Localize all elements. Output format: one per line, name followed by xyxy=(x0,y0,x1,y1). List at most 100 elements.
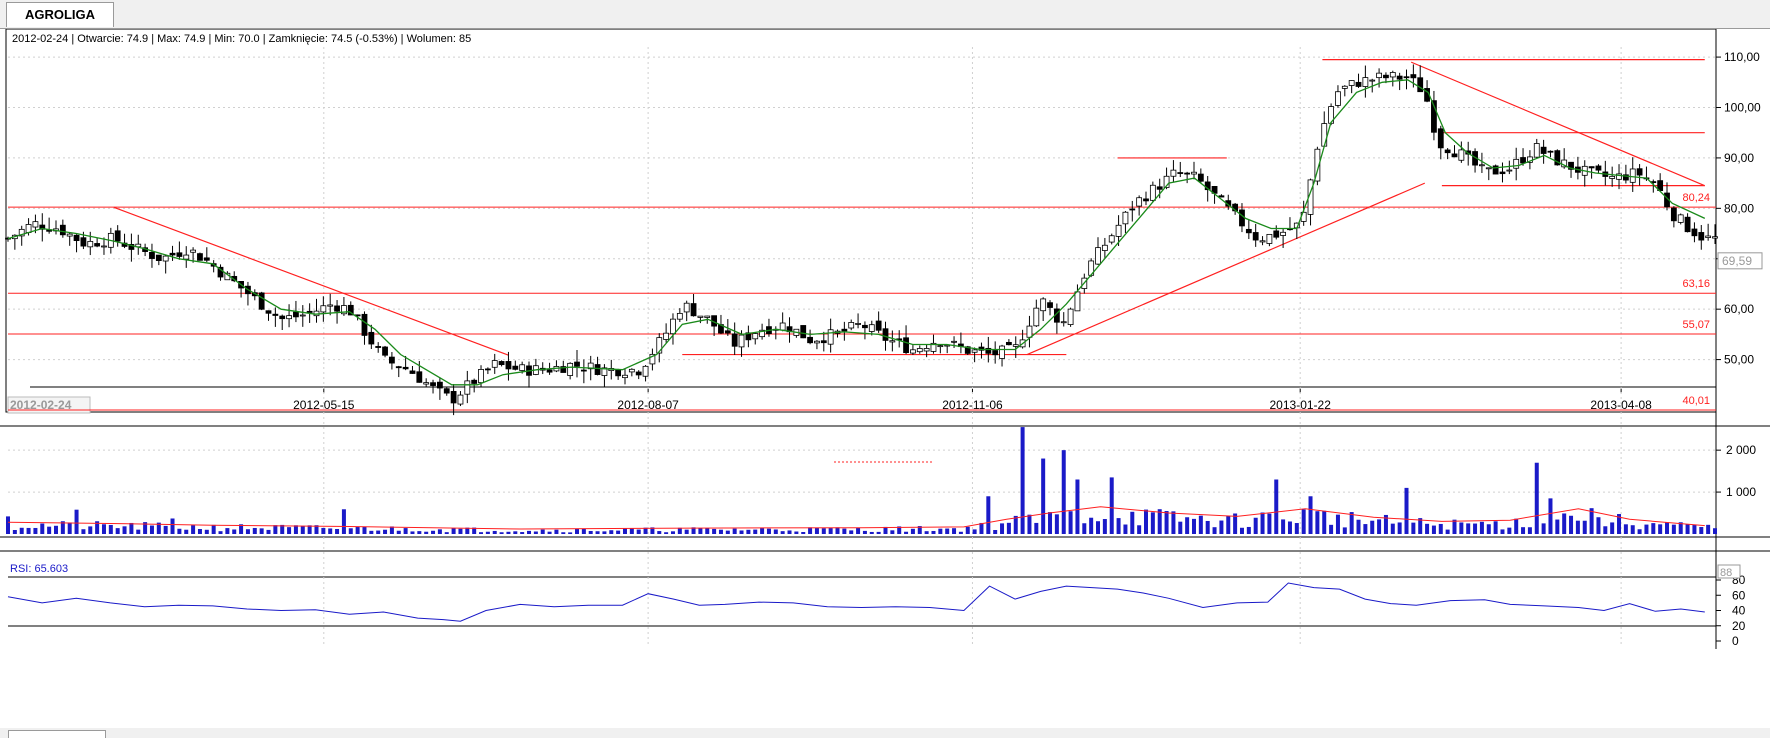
volume-bar xyxy=(1466,523,1471,534)
volume-bar xyxy=(1068,511,1073,534)
volume-bar xyxy=(1377,519,1382,534)
candle-body xyxy=(1410,74,1417,79)
candle-body xyxy=(800,325,807,339)
volume-bar xyxy=(1541,523,1546,534)
candle-body xyxy=(293,311,299,318)
price-tick-label: 90,00 xyxy=(1724,151,1754,165)
volume-bar xyxy=(1048,512,1053,534)
volume-bar xyxy=(561,532,566,534)
candle-body xyxy=(1129,208,1136,211)
candle-body xyxy=(807,336,813,344)
candle-body xyxy=(779,322,786,331)
volume-bar xyxy=(910,528,915,534)
volume-bar xyxy=(1198,515,1203,534)
price-tick-label: 60,00 xyxy=(1724,302,1754,316)
volume-bar xyxy=(787,530,792,534)
candle-body xyxy=(1595,165,1602,171)
volume-bar xyxy=(1397,522,1402,534)
candle-body xyxy=(1540,146,1547,154)
candle-body xyxy=(272,313,279,316)
volume-bar xyxy=(492,530,497,534)
volume-bar xyxy=(376,530,381,534)
volume-bar xyxy=(677,527,682,534)
volume-bar xyxy=(876,531,881,534)
volume-bar xyxy=(1431,525,1436,534)
candle-body xyxy=(1266,233,1273,244)
rsi-line xyxy=(7,582,1705,622)
volume-bar xyxy=(287,527,292,534)
volume-bar xyxy=(1075,479,1080,534)
candle-body xyxy=(155,254,162,261)
price-tick-label: 100,00 xyxy=(1724,101,1761,115)
volume-bar xyxy=(1575,520,1580,534)
bottom-bar xyxy=(0,728,1770,737)
volume-bar xyxy=(1644,524,1649,534)
volume-bar xyxy=(74,509,79,534)
volume-average-line xyxy=(7,506,1705,530)
volume-bar xyxy=(88,526,93,534)
volume-bar xyxy=(1157,509,1162,534)
volume-bar xyxy=(924,531,929,534)
candle-body xyxy=(149,251,155,259)
volume-bar xyxy=(554,529,559,534)
volume-bar xyxy=(1438,523,1443,534)
volume-bar xyxy=(1287,521,1292,534)
candle-body xyxy=(1012,344,1019,347)
candle-body xyxy=(361,313,368,336)
candle-body xyxy=(1396,75,1403,80)
volume-bar xyxy=(335,529,340,534)
volume-bar xyxy=(862,530,867,534)
volume-bar xyxy=(760,528,765,534)
level-label: 40,01 xyxy=(1682,395,1710,407)
volume-bar xyxy=(1301,509,1306,534)
candle-body xyxy=(423,382,430,385)
volume-bar xyxy=(362,526,367,534)
volume-bar xyxy=(1603,526,1608,534)
candle-body xyxy=(450,391,457,404)
volume-bar xyxy=(1548,498,1553,534)
chart-canvas[interactable]: 110,00100,0090,0080,0070,0060,0050,00201… xyxy=(0,29,1770,737)
candle-body xyxy=(868,324,875,332)
volume-bar xyxy=(1315,511,1320,534)
candle-body xyxy=(169,252,176,256)
volume-bar xyxy=(1185,517,1190,534)
volume-bar xyxy=(115,528,120,534)
volume-bar xyxy=(163,525,168,534)
last-price-label: 69,59 xyxy=(1722,254,1752,268)
volume-bar xyxy=(33,527,38,534)
volume-bar xyxy=(252,527,257,534)
candle-body xyxy=(1677,214,1684,223)
volume-bar xyxy=(184,529,189,534)
volume-bar xyxy=(712,528,717,534)
volume-bar xyxy=(437,529,442,534)
candle-body xyxy=(1321,123,1328,147)
volume-bar xyxy=(1116,518,1121,534)
volume-bar xyxy=(245,529,250,534)
volume-bar xyxy=(1425,523,1430,534)
candle-body xyxy=(1376,72,1382,79)
tab-agroliga[interactable]: AGROLIGA xyxy=(6,2,114,27)
volume-bar xyxy=(1034,522,1039,534)
candle-body xyxy=(1506,169,1513,172)
volume-bar xyxy=(616,530,621,534)
trendline xyxy=(1026,182,1426,356)
volume-bar xyxy=(773,529,778,534)
volume-bar xyxy=(1219,520,1224,534)
volume-bar xyxy=(1452,519,1457,534)
volume-bar xyxy=(1479,521,1484,534)
volume-bar xyxy=(1658,524,1663,534)
candle-body xyxy=(594,364,601,375)
volume-bar xyxy=(225,528,230,534)
volume-bar xyxy=(149,525,154,534)
candle-body xyxy=(87,240,94,248)
volume-bar xyxy=(1404,487,1409,534)
volume-bar xyxy=(1178,521,1183,534)
volume-bar xyxy=(952,528,957,534)
volume-bar xyxy=(1226,515,1231,534)
candle-body xyxy=(1074,291,1081,312)
candle-body xyxy=(1177,172,1184,174)
volume-bar xyxy=(47,526,52,534)
volume-bar xyxy=(191,525,196,534)
volume-bar xyxy=(197,529,202,534)
volume-bar xyxy=(1054,514,1059,534)
